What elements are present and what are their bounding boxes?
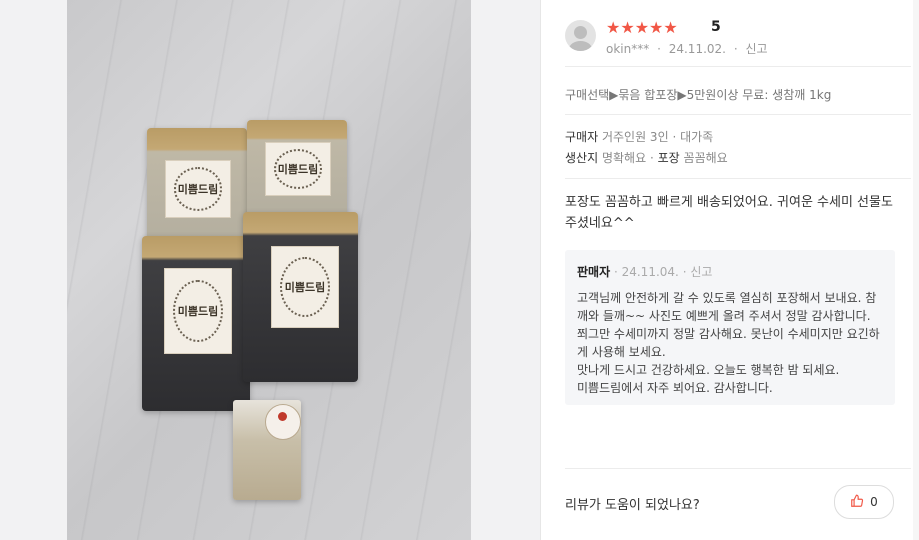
report-link[interactable]: 신고 — [745, 42, 767, 56]
separator-dot: · — [649, 151, 654, 165]
brand-label: 미쁨드림 — [172, 279, 224, 343]
like-button[interactable]: 0 — [834, 485, 894, 519]
sesame-bag-light-2: 미쁨드림 — [247, 120, 347, 220]
bag-label: 미쁨드림 — [164, 268, 232, 354]
brand-label: 미쁨드림 — [273, 148, 323, 190]
divider — [565, 178, 911, 179]
attr-value: 대가족 — [680, 130, 714, 144]
separator-dot: · — [733, 42, 738, 56]
divider — [565, 468, 911, 469]
seller-reply-text: 고객님께 안전하게 갈 수 있도록 열심히 포장해서 보내요. 참깨와 들깨~~… — [577, 291, 880, 395]
rating-stars: ★★★★★ — [606, 18, 678, 37]
purchase-option: 구매선택▶묶음 합포장▶5만원이상 무료: 생참깨 1kg — [565, 88, 832, 102]
attr-key: 생산지 — [565, 151, 599, 165]
sesame-bag-light-1: 미쁨드림 — [147, 128, 247, 246]
bag-label: 미쁨드림 — [265, 142, 331, 196]
buyer-attribute: 구매자 거주인원 3인 · 대가족 — [565, 128, 713, 145]
review-date: 24.11.02. — [668, 42, 726, 56]
bag-label: 미쁨드림 — [271, 246, 339, 328]
seller-reply: 판매자 · 24.11.04. · 신고 고객님께 안전하게 갈 수 있도록 열… — [565, 250, 895, 405]
brand-label: 미쁨드림 — [279, 257, 331, 317]
review-photo[interactable]: 미쁨드림 미쁨드림 미쁨드림 미쁨드림 — [67, 0, 471, 540]
reviewer-name: okin*** — [606, 42, 650, 56]
review-text: 포장도 꼼꼼하고 빠르게 배송되었어요. 귀여운 수세미 선물도 주셨네요^^ — [565, 195, 893, 231]
seller-name: 판매자 — [577, 265, 611, 279]
like-count: 0 — [870, 495, 878, 509]
seller-reply-header: 판매자 · 24.11.04. · 신고 — [577, 263, 712, 280]
attr-key: 구매자 — [565, 130, 599, 144]
separator-dot: · — [672, 130, 677, 144]
review-header: ★★★★★ 5 okin*** · 24.11.02. · 신고 — [565, 18, 905, 58]
divider — [565, 66, 911, 67]
brand-label: 미쁨드림 — [173, 167, 223, 211]
attr-value: 꼼꼼해요 — [683, 151, 728, 165]
photo-viewer: 미쁨드림 미쁨드림 미쁨드림 미쁨드림 — [0, 0, 541, 540]
divider — [565, 114, 911, 115]
thumbs-up-icon — [850, 494, 864, 511]
seller-reply-date: 24.11.04. — [621, 265, 679, 279]
bag-label: 미쁨드림 — [165, 160, 231, 218]
separator-dot: · — [657, 42, 661, 56]
separator-dot: · — [613, 265, 622, 279]
user-avatar-icon — [565, 20, 596, 51]
scrubber-gift-bag — [233, 400, 301, 500]
attr-value: 거주인원 3인 — [601, 130, 669, 144]
attr-key: 포장 — [657, 151, 680, 165]
helpful-question: 리뷰가 도움이 되었나요? — [565, 498, 700, 513]
review-meta: okin*** · 24.11.02. · 신고 — [606, 40, 772, 57]
gift-sticker — [265, 404, 301, 440]
product-attributes: 생산지 명확해요 · 포장 꼼꼼해요 — [565, 149, 728, 166]
review-panel: ★★★★★ 5 okin*** · 24.11.02. · 신고 구매선택▶묶음… — [541, 0, 919, 540]
rating-score: 5 — [711, 19, 721, 35]
sesame-bag-dark-2: 미쁨드림 — [243, 212, 358, 382]
sesame-bag-dark-1: 미쁨드림 — [142, 236, 250, 411]
seller-report-link[interactable]: 신고 — [690, 265, 712, 279]
scrollbar[interactable] — [913, 0, 919, 540]
attr-value: 명확해요 — [601, 151, 647, 165]
